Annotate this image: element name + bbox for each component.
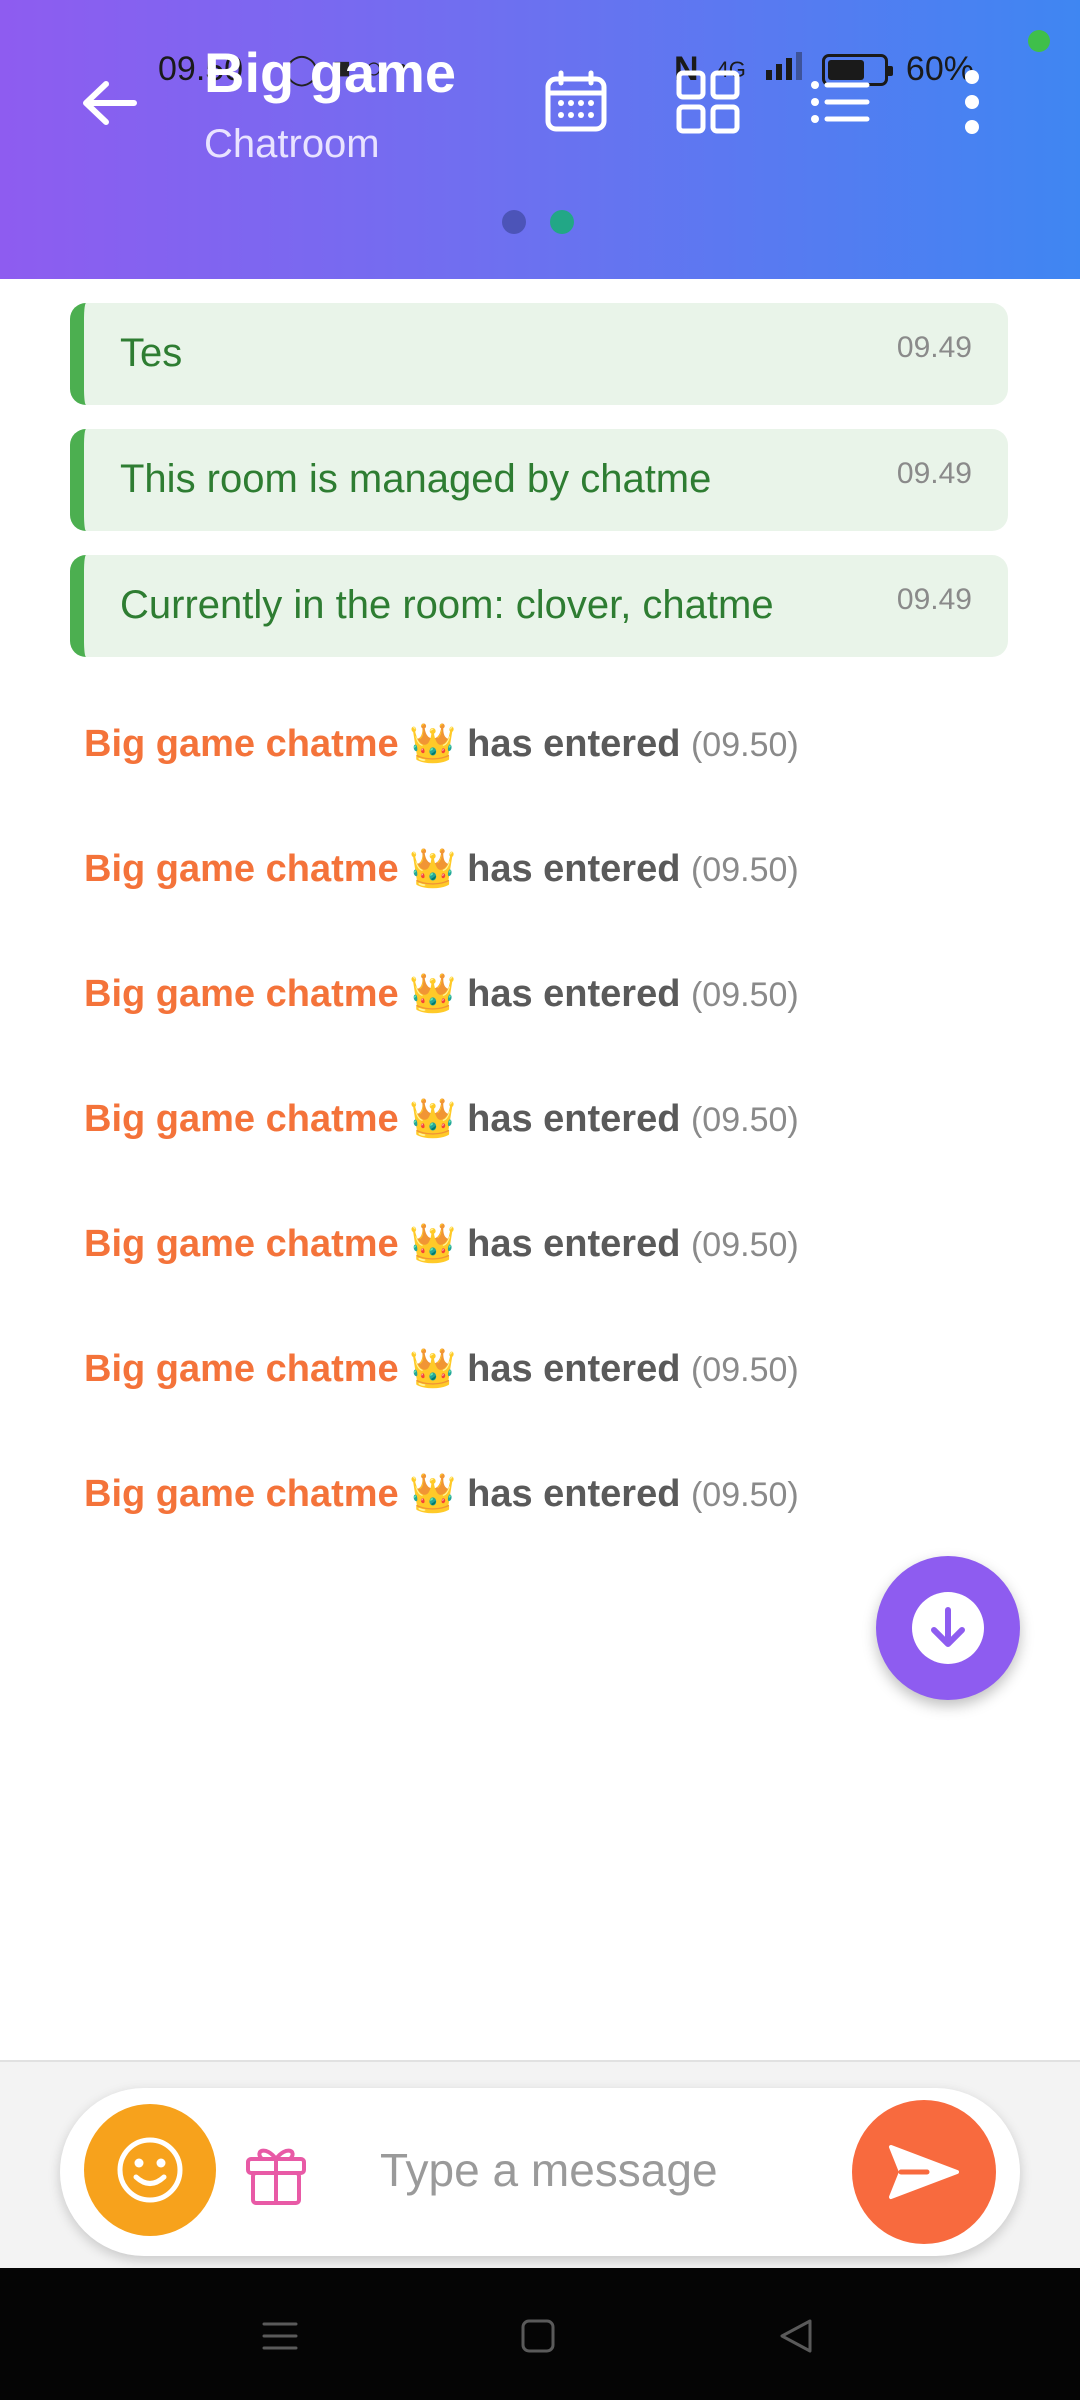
nav-back-button[interactable]: [766, 2308, 826, 2364]
join-time: (09.50): [690, 1226, 799, 1264]
send-button[interactable]: [852, 2100, 996, 2244]
crown-icon: 👑: [409, 1348, 457, 1390]
crown-icon: 👑: [409, 723, 457, 765]
crown-icon: 👑: [409, 1223, 457, 1265]
system-message: This room is managed by chatme 09.49: [70, 429, 1008, 531]
room-subtitle: Chatroom: [204, 122, 380, 166]
join-action: has entered: [467, 848, 681, 890]
join-action: has entered: [467, 1098, 681, 1140]
join-time: (09.50): [690, 1351, 799, 1389]
privacy-indicator: [1028, 30, 1050, 52]
system-message-time: 09.49: [896, 457, 972, 490]
page-dot[interactable]: [502, 210, 526, 234]
join-user-name[interactable]: Big game chatme: [84, 848, 399, 890]
system-message: Currently in the room: clover, chatme 09…: [70, 555, 1008, 657]
join-user-name[interactable]: Big game chatme: [84, 1473, 399, 1515]
emoji-button[interactable]: [84, 2104, 216, 2236]
join-time: (09.50): [690, 726, 799, 764]
join-event: Big game chatme 👑 has entered (09.50): [84, 722, 799, 766]
system-message-text: Currently in the room: clover, chatme: [120, 583, 774, 627]
page-indicator: [502, 210, 574, 234]
join-action: has entered: [467, 723, 681, 765]
crown-icon: 👑: [409, 973, 457, 1015]
calendar-icon: [545, 70, 607, 132]
back-button[interactable]: [76, 70, 142, 136]
home-square-icon: [521, 2319, 555, 2353]
crown-icon: 👑: [409, 848, 457, 890]
join-action: has entered: [467, 1348, 681, 1390]
grid-button[interactable]: [672, 66, 744, 138]
gift-icon: [246, 2148, 306, 2205]
more-vertical-icon: [965, 70, 979, 134]
join-user-name[interactable]: Big game chatme: [84, 723, 399, 765]
room-title: Big game: [204, 41, 457, 104]
message-input[interactable]: [380, 2130, 820, 2210]
join-event: Big game chatme 👑 has entered (09.50): [84, 847, 799, 891]
system-message-time: 09.49: [896, 331, 972, 364]
system-message: Tes 09.49: [70, 303, 1008, 405]
join-event: Big game chatme 👑 has entered (09.50): [84, 1222, 799, 1266]
crown-icon: 👑: [409, 1473, 457, 1515]
join-time: (09.50): [690, 1101, 799, 1139]
join-time: (09.50): [690, 1476, 799, 1514]
grid-icon: [676, 70, 740, 134]
crown-icon: 👑: [409, 1098, 457, 1140]
join-time: (09.50): [690, 851, 799, 889]
more-options-button[interactable]: [934, 66, 1010, 138]
join-time: (09.50): [690, 976, 799, 1014]
join-event: Big game chatme 👑 has entered (09.50): [84, 1097, 799, 1141]
join-action: has entered: [467, 1223, 681, 1265]
arrow-left-icon: [83, 81, 137, 125]
back-triangle-icon: [780, 2319, 812, 2353]
join-event: Big game chatme 👑 has entered (09.50): [84, 1472, 799, 1516]
arrow-down-circle-icon: [931, 1607, 965, 1647]
join-action: has entered: [467, 1473, 681, 1515]
system-message-text: Tes: [120, 331, 183, 375]
gift-button[interactable]: [240, 2138, 312, 2210]
join-user-name[interactable]: Big game chatme: [84, 973, 399, 1015]
join-user-name[interactable]: Big game chatme: [84, 1223, 399, 1265]
system-message-text: This room is managed by chatme: [120, 457, 712, 501]
join-user-name[interactable]: Big game chatme: [84, 1098, 399, 1140]
smiley-icon: [117, 2137, 183, 2203]
nav-recents-button[interactable]: [250, 2308, 310, 2364]
page-dot-active[interactable]: [550, 210, 574, 234]
list-icon: [811, 81, 870, 123]
signal-icon: [764, 50, 804, 89]
list-button[interactable]: [804, 66, 876, 138]
join-action: has entered: [467, 973, 681, 1015]
send-icon: [889, 2145, 959, 2199]
scroll-to-bottom-button[interactable]: [876, 1556, 1020, 1700]
join-event: Big game chatme 👑 has entered (09.50): [84, 1347, 799, 1391]
system-message-time: 09.49: [896, 583, 972, 616]
app-header: 09.50 ◯ ■ ○ • N 4G 60% Big game Chatroom: [0, 0, 1080, 279]
system-nav-bar: [0, 2268, 1080, 2400]
nav-home-button[interactable]: [508, 2308, 568, 2364]
calendar-button[interactable]: [540, 66, 612, 138]
join-event: Big game chatme 👑 has entered (09.50): [84, 972, 799, 1016]
join-user-name[interactable]: Big game chatme: [84, 1348, 399, 1390]
menu-icon: [262, 2322, 298, 2350]
